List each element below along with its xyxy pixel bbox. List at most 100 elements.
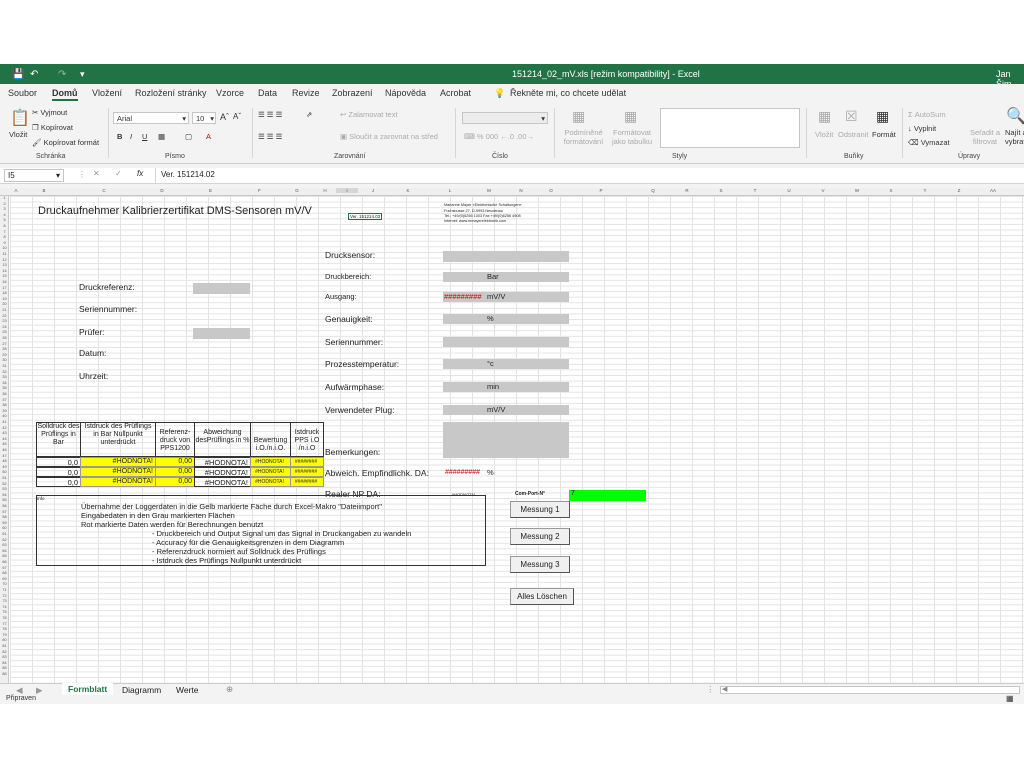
cell-bewertung[interactable]: #HODNOTA! xyxy=(250,477,291,487)
row-header[interactable]: 50 xyxy=(0,470,9,474)
normal-view-icon[interactable]: ▦ xyxy=(1006,694,1014,703)
tab-file[interactable]: Soubor xyxy=(8,88,37,98)
row-header[interactable]: 48 xyxy=(0,459,9,463)
row-header[interactable]: 28 xyxy=(0,347,9,351)
tell-me-search[interactable]: Řekněte mi, co chcete udělat xyxy=(510,88,626,98)
selected-cell-version[interactable]: Ver. 151214.02 xyxy=(348,213,383,220)
redo-icon[interactable]: ↷ xyxy=(58,69,66,80)
row-header[interactable]: 54 xyxy=(0,493,9,497)
row-header[interactable]: 23 xyxy=(0,319,9,323)
messung-1-button[interactable]: Messung 1 xyxy=(510,501,570,518)
input-aufwaermphase[interactable]: min xyxy=(443,382,569,392)
cell-pps[interactable]: ######## xyxy=(290,457,324,467)
row-header[interactable]: 38 xyxy=(0,403,9,407)
tab-formulas[interactable]: Vzorce xyxy=(216,88,244,98)
search-icon[interactable]: 🔍 xyxy=(1006,106,1024,126)
tab-review[interactable]: Revize xyxy=(292,88,320,98)
delete-cells-icon[interactable]: ☒ xyxy=(845,108,858,125)
column-header[interactable]: R xyxy=(670,188,704,193)
sort-filter-button[interactable]: Seřadit a filtrovat xyxy=(968,128,1002,146)
shrink-font-icon[interactable]: Aˇ xyxy=(233,112,241,121)
row-header[interactable]: 26 xyxy=(0,336,9,340)
column-header[interactable]: H xyxy=(314,188,336,193)
row-header[interactable]: 55 xyxy=(0,498,9,502)
column-header[interactable]: AB xyxy=(1010,188,1024,193)
cell-pps[interactable]: ######## xyxy=(290,467,324,477)
delete-cells-button[interactable]: Odstranit xyxy=(838,130,868,139)
cell-styles-gallery[interactable] xyxy=(660,108,800,148)
row-header[interactable]: 77 xyxy=(0,622,9,626)
insert-cells-button[interactable]: Vložit xyxy=(815,130,833,139)
grow-font-icon[interactable]: Aˆ xyxy=(220,112,229,122)
column-header[interactable]: X xyxy=(874,188,908,193)
row-header[interactable]: 58 xyxy=(0,515,9,519)
row-header[interactable]: 3 xyxy=(0,207,9,211)
row-header[interactable]: 67 xyxy=(0,566,9,570)
input-pruefer[interactable] xyxy=(193,328,250,339)
row-header[interactable]: 83 xyxy=(0,655,9,659)
row-header[interactable]: 80 xyxy=(0,638,9,642)
row-header[interactable]: 68 xyxy=(0,571,9,575)
row-header[interactable]: 2 xyxy=(0,202,9,206)
tab-acrobat[interactable]: Acrobat xyxy=(440,88,471,98)
cell-abweichung[interactable]: #HODNOTA! xyxy=(194,457,251,467)
row-header[interactable]: 29 xyxy=(0,353,9,357)
row-header[interactable]: 31 xyxy=(0,364,9,368)
column-header[interactable]: W xyxy=(840,188,874,193)
format-painter-button[interactable]: 🖌 Kopírovat formát xyxy=(32,138,99,147)
row-header[interactable]: 4 xyxy=(0,213,9,217)
row-header[interactable]: 65 xyxy=(0,554,9,558)
row-header[interactable]: 40 xyxy=(0,414,9,418)
cell-istdruck[interactable]: #HODNOTA! xyxy=(80,457,156,467)
number-format-select[interactable]: ▾ xyxy=(462,112,548,124)
row-header[interactable]: 22 xyxy=(0,314,9,318)
tab-home[interactable]: Domů xyxy=(52,88,78,101)
row-header[interactable]: 49 xyxy=(0,465,9,469)
input-druckbereich[interactable]: Bar xyxy=(443,272,569,282)
qat-menu-icon[interactable]: ▾ xyxy=(80,69,85,80)
column-header[interactable]: U xyxy=(772,188,806,193)
row-header[interactable]: 46 xyxy=(0,448,9,452)
row-header[interactable]: 41 xyxy=(0,420,9,424)
row-header[interactable]: 84 xyxy=(0,661,9,665)
row-header[interactable]: 35 xyxy=(0,386,9,390)
messung-3-button[interactable]: Messung 3 xyxy=(510,556,570,573)
row-header[interactable]: 33 xyxy=(0,375,9,379)
column-header[interactable]: I xyxy=(336,188,358,193)
save-icon[interactable]: 💾 xyxy=(12,69,24,80)
border-icon[interactable]: ▦ xyxy=(158,132,165,141)
row-header[interactable]: 9 xyxy=(0,241,9,245)
row-header[interactable]: 14 xyxy=(0,269,9,273)
fill-button[interactable]: ↓ Vyplnit xyxy=(908,124,936,133)
input-drucksensor[interactable] xyxy=(443,251,569,262)
row-header[interactable]: 5 xyxy=(0,218,9,222)
column-header[interactable]: G xyxy=(280,188,314,193)
orientation-icon[interactable]: ⇗ xyxy=(306,110,312,119)
row-header[interactable]: 69 xyxy=(0,577,9,581)
row-header[interactable]: 76 xyxy=(0,616,9,620)
horizontal-scrollbar[interactable]: ◀ xyxy=(720,686,1020,694)
row-header[interactable]: 37 xyxy=(0,398,9,402)
com-port-input[interactable]: 7 xyxy=(569,490,646,501)
cell-istdruck[interactable]: #HODNOTA! xyxy=(80,477,156,487)
cell-bewertung[interactable]: #HODNOTA! xyxy=(250,457,291,467)
cell-istdruck[interactable]: #HODNOTA! xyxy=(80,467,156,477)
formula-input[interactable]: Ver. 151214.02 xyxy=(155,168,1024,183)
copy-button[interactable]: ❐ Kopírovat xyxy=(32,123,73,132)
column-header[interactable]: L xyxy=(428,188,472,193)
row-header[interactable]: 47 xyxy=(0,454,9,458)
column-header[interactable]: C xyxy=(66,188,142,193)
font-name-select[interactable]: Arial ▾ xyxy=(113,112,189,124)
worksheet-grid[interactable]: ABCDEFGHIJKLMNOPQRSTUVWXYZAAABACAD 12345… xyxy=(0,188,1024,683)
input-druckreferenz[interactable] xyxy=(193,283,250,294)
tab-insert[interactable]: Vložení xyxy=(92,88,122,98)
undo-icon[interactable]: ↶ xyxy=(30,69,38,80)
sheet-tab-werte[interactable]: Werte xyxy=(176,685,199,695)
paste-button[interactable]: Vložit xyxy=(9,130,27,139)
scroll-left-icon[interactable]: ◀ xyxy=(722,685,727,693)
cell-solldruck[interactable]: 0,0 xyxy=(36,477,81,487)
input-bemerkungen[interactable] xyxy=(443,422,569,458)
row-header[interactable]: 7 xyxy=(0,230,9,234)
row-header[interactable]: 51 xyxy=(0,476,9,480)
cut-button[interactable]: ✂ Vyjmout xyxy=(32,108,67,117)
